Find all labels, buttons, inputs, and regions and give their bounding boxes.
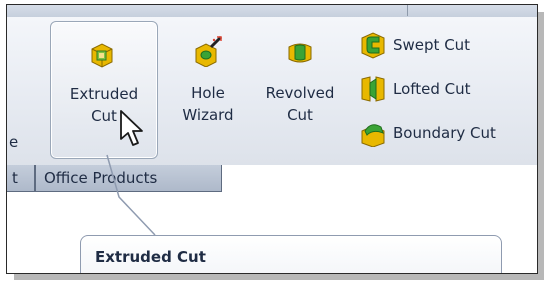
extruded-cut-label-line1: Extruded bbox=[69, 85, 139, 103]
tab-office-products[interactable]: Office Products bbox=[35, 165, 222, 192]
tooltip-title: Extruded Cut bbox=[95, 248, 206, 266]
tab-partial-label: t bbox=[12, 169, 18, 187]
hole-wizard-label-line2: Wizard bbox=[182, 106, 234, 124]
hole-wizard-label-line1: Hole bbox=[191, 84, 225, 102]
lofted-cut-icon bbox=[359, 75, 387, 107]
hole-wizard-button[interactable]: Hole Wizard bbox=[165, 21, 251, 157]
lofted-cut-button[interactable]: Lofted Cut bbox=[355, 75, 537, 105]
frame-shadow bbox=[537, 12, 544, 280]
command-manager-ribbon: e Extruded Cut Hole Wizard Revolved Cut … bbox=[7, 17, 537, 165]
boundary-cut-icon bbox=[359, 121, 387, 151]
extruded-cut-icon bbox=[88, 40, 116, 72]
hole-wizard-icon bbox=[193, 35, 223, 71]
swept-cut-icon bbox=[359, 31, 387, 63]
frame-shadow bbox=[14, 273, 544, 280]
top-strip-segment bbox=[7, 5, 408, 16]
mouse-pointer-icon bbox=[119, 109, 145, 153]
revolved-cut-icon bbox=[286, 39, 314, 71]
revolved-cut-label-line1: Revolved bbox=[265, 84, 335, 102]
boundary-cut-label: Boundary Cut bbox=[393, 124, 496, 142]
command-manager-tabs: t Office Products bbox=[7, 165, 537, 195]
screenshot-frame: e Extruded Cut Hole Wizard Revolved Cut … bbox=[6, 4, 538, 274]
boundary-cut-button[interactable]: Boundary Cut bbox=[355, 119, 537, 149]
revolved-cut-label-line2: Cut bbox=[287, 106, 313, 124]
swept-cut-label: Swept Cut bbox=[393, 36, 471, 54]
tab-office-products-label: Office Products bbox=[44, 169, 158, 187]
revolved-cut-button[interactable]: Revolved Cut bbox=[253, 21, 347, 157]
lofted-cut-label: Lofted Cut bbox=[393, 80, 471, 98]
partial-command-label: e bbox=[9, 133, 19, 151]
swept-cut-button[interactable]: Swept Cut bbox=[355, 31, 537, 61]
tab-partial[interactable]: t bbox=[7, 165, 35, 192]
command-tooltip: Extruded Cut bbox=[80, 235, 502, 273]
